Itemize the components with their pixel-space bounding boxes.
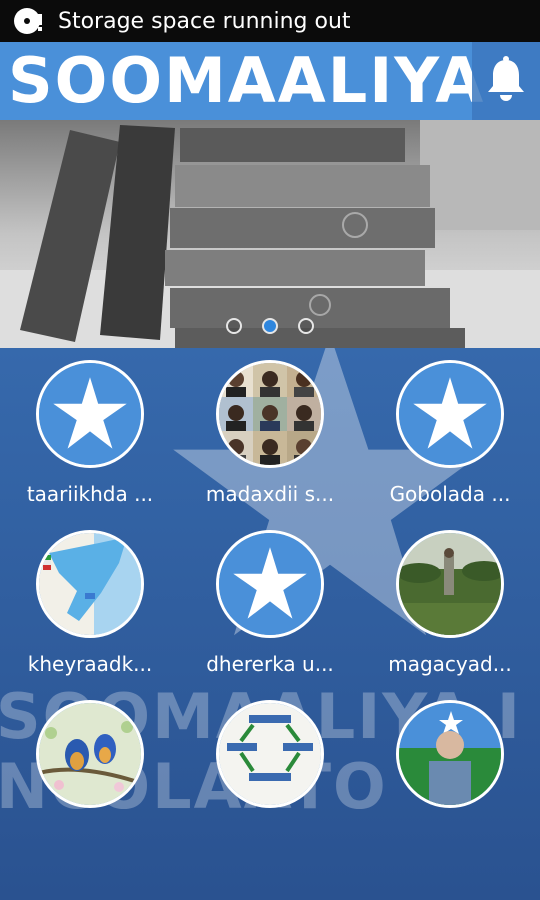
tile-1[interactable]: taariikhda ... [5,360,175,506]
somali-star-icon [216,530,324,638]
slider-dot-1[interactable] [226,318,242,334]
slider-dot-3[interactable] [298,318,314,334]
tile-label: Gobolada ... [389,482,511,506]
leaders-collage-image [216,360,324,468]
books-banner-image [0,120,540,348]
birds-image [36,700,144,808]
somali-star-icon [396,360,504,468]
tile-label: kheyraadk... [27,652,153,676]
tile-label: magacyad... [388,652,512,676]
tile-label: madaxdii s... [205,482,335,506]
app-bar: SOOMAALIYA [0,42,540,120]
diagram-paper-image [216,700,324,808]
tile-5[interactable]: dhererka u... [185,530,355,676]
tile-4[interactable]: kheyraadk... [5,530,175,676]
somalia-map-image [36,530,144,638]
tile-6[interactable]: magacyad... [365,530,535,676]
storage-warning-icon [12,6,46,36]
tile-3[interactable]: Gobolada ... [365,360,535,506]
bell-icon [485,55,527,107]
status-message: Storage space running out [58,8,351,34]
tile-8[interactable] [185,700,355,822]
notifications-button[interactable] [472,42,540,120]
field-landscape-image [396,530,504,638]
slider-indicators [0,318,540,334]
tile-label: taariikhda ... [26,482,154,506]
main-content: SOOMAALIYA I NCOLAATO taariikhda ... [0,348,540,900]
status-bar: Storage space running out [0,0,540,42]
tile-2[interactable]: madaxdii s... [185,360,355,506]
person-flag-image [396,700,504,808]
somali-star-icon [36,360,144,468]
app-logo: SOOMAALIYA [8,44,486,117]
tile-7[interactable] [5,700,175,822]
image-slider[interactable] [0,120,540,348]
tile-9[interactable] [365,700,535,822]
slider-dot-2[interactable] [262,318,278,334]
tile-label: dhererka u... [206,652,334,676]
